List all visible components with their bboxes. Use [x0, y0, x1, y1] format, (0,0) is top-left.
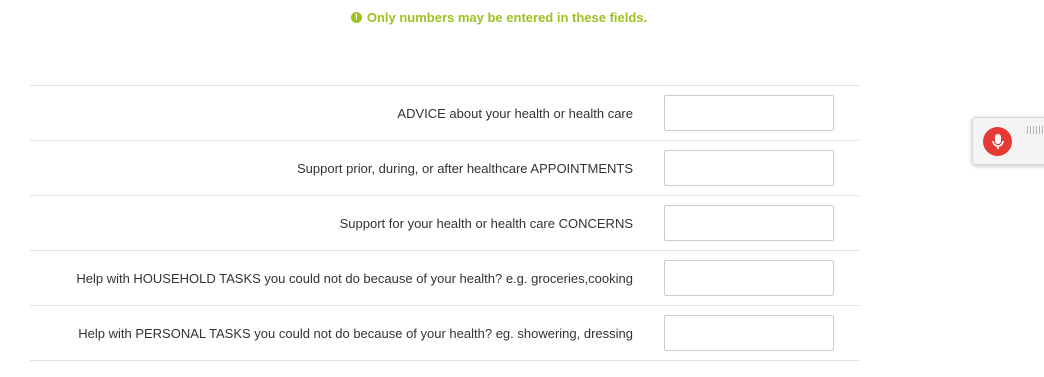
microphone-button[interactable]	[983, 127, 1012, 156]
form-row-household-tasks: Help with HOUSEHOLD TASKS you could not …	[30, 251, 859, 306]
appointments-number-input[interactable]	[664, 150, 834, 186]
numeric-form-table: ADVICE about your health or health care …	[30, 85, 859, 361]
form-row-concerns: Support for your health or health care C…	[30, 196, 859, 251]
personal-tasks-number-input[interactable]	[664, 315, 834, 351]
row-label: Support prior, during, or after healthca…	[297, 160, 633, 176]
voice-input-widget	[972, 117, 1044, 165]
validation-notice-text: Only numbers may be entered in these fie…	[366, 10, 648, 25]
row-label: ADVICE about your health or health care	[397, 105, 633, 121]
row-label: Help with HOUSEHOLD TASKS you could not …	[76, 270, 633, 286]
exclamation-circle-icon: !	[350, 12, 362, 23]
validation-notice: ! Only numbers may be entered in these f…	[0, 10, 998, 25]
row-label: Support for your health or health care C…	[339, 215, 633, 231]
form-row-personal-tasks: Help with PERSONAL TASKS you could not d…	[30, 306, 859, 361]
concerns-number-input[interactable]	[664, 205, 834, 241]
form-row-appointments: Support prior, during, or after healthca…	[30, 141, 859, 196]
form-row-advice: ADVICE about your health or health care	[30, 86, 859, 141]
grip-icon[interactable]	[1027, 126, 1044, 134]
row-label: Help with PERSONAL TASKS you could not d…	[78, 325, 633, 341]
household-tasks-number-input[interactable]	[664, 260, 834, 296]
microphone-icon	[991, 133, 1004, 149]
advice-number-input[interactable]	[664, 95, 834, 131]
